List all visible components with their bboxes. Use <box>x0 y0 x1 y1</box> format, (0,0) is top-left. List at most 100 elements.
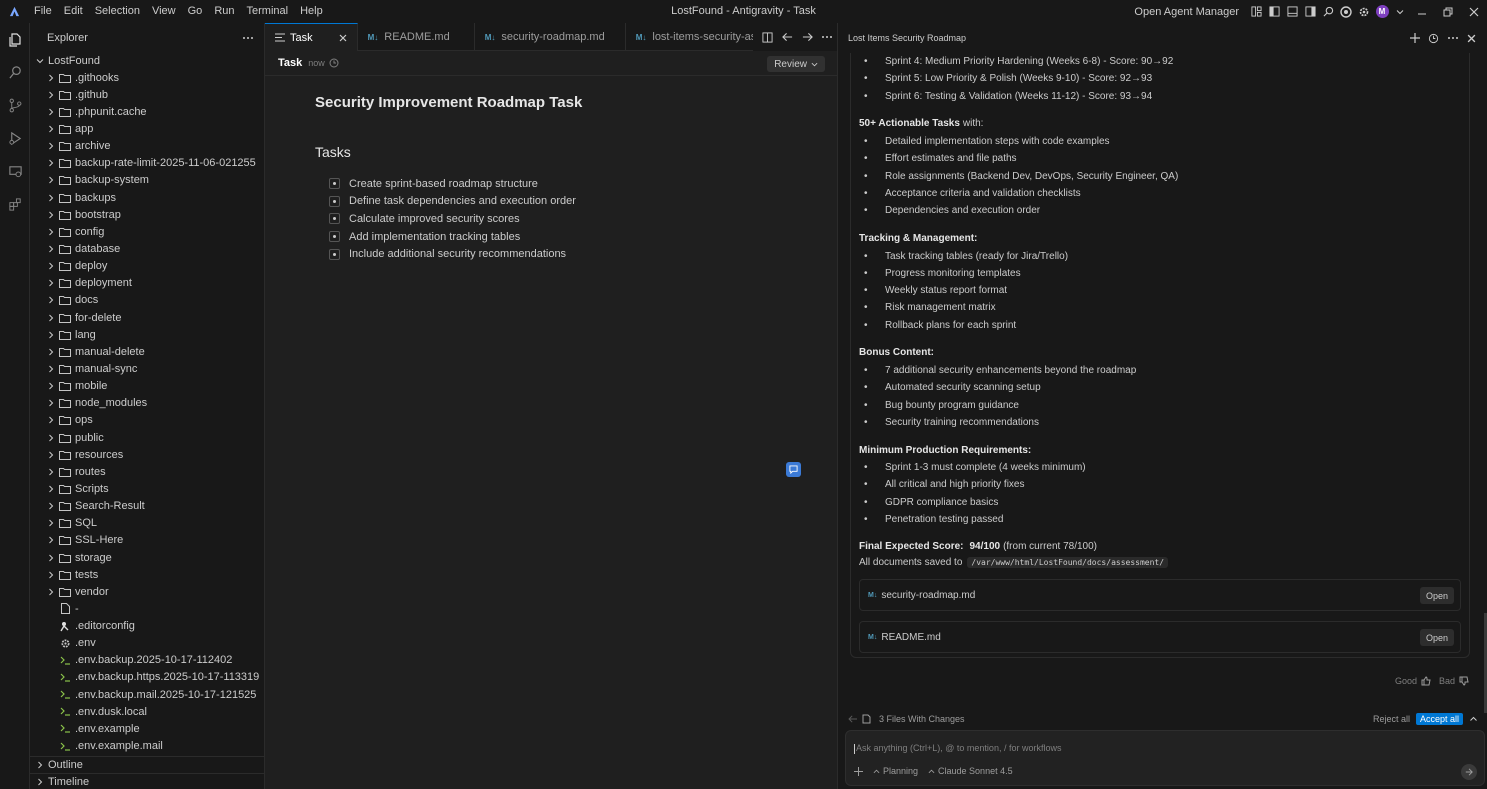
tree-item[interactable]: resources <box>30 446 264 463</box>
task-checkbox[interactable] <box>329 213 340 225</box>
send-button[interactable] <box>1461 764 1477 780</box>
restore-icon[interactable] <box>1436 0 1460 23</box>
tree-item[interactable]: bootstrap <box>30 206 264 223</box>
tab-security-roadmap[interactable]: M↓ security-roadmap.md <box>475 23 626 51</box>
plus-icon[interactable] <box>1405 23 1424 53</box>
tree-item[interactable]: config <box>30 223 264 240</box>
tree-item[interactable]: public <box>30 429 264 446</box>
arrow-left-icon[interactable] <box>848 715 858 723</box>
task-checkbox[interactable] <box>329 178 340 190</box>
tree-item[interactable]: for-delete <box>30 309 264 326</box>
more-actions-icon[interactable] <box>817 23 837 51</box>
explorer-files-icon[interactable] <box>0 23 30 56</box>
file-card-readme[interactable]: M↓ README.md Open <box>859 621 1461 654</box>
plus-icon[interactable] <box>854 766 863 776</box>
reject-all-button[interactable]: Reject all <box>1373 714 1410 724</box>
tree-item[interactable]: backup-rate-limit-2025-11-06-021255 <box>30 155 264 172</box>
open-file-button[interactable]: Open <box>1419 587 1454 605</box>
remote-explorer-icon[interactable] <box>0 155 30 188</box>
source-control-icon[interactable] <box>0 89 30 122</box>
minimize-icon[interactable] <box>1410 0 1434 23</box>
tree-item[interactable]: .env.example <box>30 720 264 737</box>
close-icon[interactable] <box>1462 23 1481 53</box>
search-icon[interactable] <box>0 56 30 89</box>
layout-grid-icon[interactable] <box>1248 0 1264 23</box>
history-icon[interactable] <box>329 58 339 68</box>
tree-item[interactable]: backup-system <box>30 172 264 189</box>
tree-item[interactable]: SSL-Here <box>30 532 264 549</box>
tree-item[interactable]: vendor <box>30 583 264 600</box>
tree-item[interactable]: .phpunit.cache <box>30 103 264 120</box>
tree-item[interactable]: app <box>30 120 264 137</box>
tree-item[interactable]: .github <box>30 86 264 103</box>
tab-task[interactable]: Task <box>265 23 358 51</box>
accept-all-button[interactable]: Accept all <box>1415 713 1463 725</box>
files-with-changes[interactable]: 3 Files With Changes <box>879 714 965 724</box>
extensions-icon[interactable] <box>0 188 30 221</box>
tree-item[interactable]: ops <box>30 412 264 429</box>
tree-item[interactable]: .env.backup.2025-10-17-112402 <box>30 652 264 669</box>
tree-item[interactable]: .env <box>30 635 264 652</box>
tree-item[interactable]: routes <box>30 463 264 480</box>
model-selector[interactable]: Claude Sonnet 4.5 <box>928 766 1013 776</box>
review-dropdown[interactable]: Review <box>767 56 825 72</box>
run-debug-icon[interactable] <box>0 122 30 155</box>
chrome-icon[interactable] <box>1338 0 1354 23</box>
account-avatar[interactable]: M <box>1374 0 1390 23</box>
tab-readme[interactable]: M↓ README.md <box>358 23 475 51</box>
timeline-section[interactable]: Timeline <box>30 773 265 789</box>
menu-run[interactable]: Run <box>208 0 240 23</box>
explorer-root-folder[interactable]: LostFound <box>30 52 264 69</box>
tree-item[interactable]: .editorconfig <box>30 618 264 635</box>
search-icon[interactable] <box>1320 0 1336 23</box>
toggle-secondary-sidebar-icon[interactable] <box>1302 0 1318 23</box>
menu-selection[interactable]: Selection <box>89 0 146 23</box>
task-checkbox[interactable] <box>329 231 340 243</box>
menu-terminal[interactable]: Terminal <box>241 0 295 23</box>
tree-item[interactable]: backups <box>30 189 264 206</box>
tree-item[interactable]: .env.dusk.local <box>30 703 264 720</box>
arrow-left-icon[interactable] <box>777 23 797 51</box>
split-editor-icon[interactable] <box>757 23 777 51</box>
tree-item[interactable]: mobile <box>30 378 264 395</box>
history-icon[interactable] <box>1424 23 1443 53</box>
menu-help[interactable]: Help <box>294 0 329 23</box>
thumbs-up-icon[interactable] <box>1421 676 1431 686</box>
chevron-up-icon[interactable] <box>1469 715 1478 723</box>
task-checkbox[interactable] <box>329 248 340 260</box>
open-file-button[interactable]: Open <box>1419 629 1454 647</box>
tree-item[interactable]: - <box>30 600 264 617</box>
mode-selector[interactable]: Planning <box>873 766 918 776</box>
tree-item[interactable]: manual-delete <box>30 343 264 360</box>
tree-item[interactable]: deployment <box>30 275 264 292</box>
menu-go[interactable]: Go <box>182 0 209 23</box>
tree-item[interactable]: lang <box>30 326 264 343</box>
close-window-icon[interactable] <box>1462 0 1486 23</box>
toggle-panel-icon[interactable] <box>1284 0 1300 23</box>
file-card-security-roadmap[interactable]: M↓ security-roadmap.md Open <box>859 579 1461 612</box>
tree-item[interactable]: tests <box>30 566 264 583</box>
tree-item[interactable]: storage <box>30 549 264 566</box>
tree-item[interactable]: docs <box>30 292 264 309</box>
close-tab-icon[interactable] <box>339 34 347 42</box>
chevron-down-icon[interactable] <box>1392 0 1408 23</box>
tree-item[interactable]: .env.example.mail <box>30 737 264 754</box>
outline-section[interactable]: Outline <box>30 756 265 773</box>
tree-item[interactable]: Search-Result <box>30 498 264 515</box>
tree-item[interactable]: archive <box>30 138 264 155</box>
menu-view[interactable]: View <box>146 0 182 23</box>
menu-edit[interactable]: Edit <box>58 0 89 23</box>
settings-gear-icon[interactable] <box>1356 0 1372 23</box>
tree-item[interactable]: database <box>30 240 264 257</box>
tree-item[interactable]: Scripts <box>30 480 264 497</box>
tree-item[interactable]: manual-sync <box>30 360 264 377</box>
more-actions-icon[interactable] <box>242 36 254 40</box>
tree-item[interactable]: .env.backup.mail.2025-10-17-121525 <box>30 686 264 703</box>
chat-input-placeholder[interactable]: Ask anything (Ctrl+L), @ to mention, / f… <box>854 743 1061 754</box>
chat-input-box[interactable]: Ask anything (Ctrl+L), @ to mention, / f… <box>845 730 1485 786</box>
tree-item[interactable]: deploy <box>30 258 264 275</box>
good-feedback-label[interactable]: Good <box>1395 676 1417 686</box>
arrow-right-icon[interactable] <box>797 23 817 51</box>
open-agent-manager-button[interactable]: Open Agent Manager <box>1134 6 1239 18</box>
add-comment-button[interactable] <box>786 462 801 477</box>
